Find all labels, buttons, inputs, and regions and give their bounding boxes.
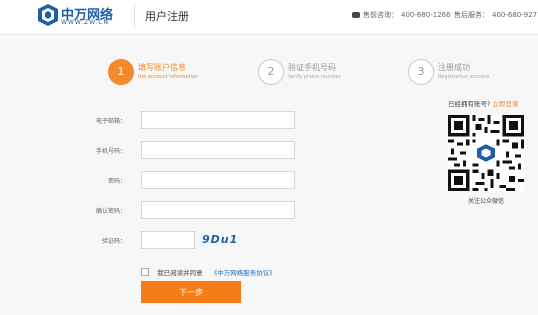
phone-icon (352, 12, 360, 18)
step-1-subtitle: the account information (138, 74, 199, 80)
phone-field[interactable] (141, 141, 295, 159)
page-title: 用户注册 (145, 10, 189, 23)
next-step-button[interactable]: 下一步 (141, 281, 241, 303)
logo-icon (38, 4, 58, 26)
site-header: 中万网络 WWW.ZW.CN 用户注册 售前咨询： 400-680-1266 售后… (0, 0, 538, 35)
step-1-number: 1 (108, 59, 134, 85)
step-3-title: 注册成功 (438, 63, 470, 72)
captcha-image[interactable]: 9Du1 (202, 233, 238, 246)
agree-text: 我已阅读并同意 (157, 268, 203, 277)
presale-phone: 400-680-1266 (401, 11, 451, 19)
password-label: 密码： (107, 178, 126, 185)
site-logo[interactable]: 中万网络 WWW.ZW.CN (38, 3, 130, 29)
password-row: 密码： (0, 171, 320, 191)
email-row: 电子邮箱： (0, 111, 320, 131)
login-link[interactable]: 立即登录 (492, 100, 518, 108)
confirm-password-row: 确认密码： (0, 201, 320, 221)
agreement-link[interactable]: 《中万网络服务协议》 (211, 269, 276, 277)
step-2-number: 2 (258, 59, 284, 85)
aftersale-hotline: 售后服务： 400-680-9277 (454, 10, 538, 20)
phone-label: 手机号码： (95, 148, 126, 155)
step-2-subtitle: Verify phone number (288, 74, 341, 80)
email-field[interactable] (141, 111, 295, 129)
step-1-title: 填写账户信息 (138, 63, 186, 72)
login-prompt: 已经拥有账号? 立即登录 (448, 98, 518, 108)
captcha-field[interactable] (141, 231, 195, 249)
captcha-label: 验证码： (101, 238, 126, 245)
captcha-row: 验证码： 9Du1 (0, 231, 320, 251)
step-3-number: 3 (408, 59, 434, 85)
step-3-subtitle: Registration success (438, 74, 490, 80)
qr-caption: 关注公众微信 (467, 198, 504, 205)
header-divider (134, 5, 135, 27)
aftersale-label: 售后服务： (454, 11, 489, 19)
agreement-row: 我已阅读并同意 《中万网络服务协议》 (141, 261, 276, 277)
registration-panel: 1 填写账户信息 the account information 2 验证手机号… (0, 35, 538, 315)
aftersale-phone: 400-680-9277 (492, 11, 538, 19)
confirm-password-field[interactable] (141, 201, 295, 219)
main-area: 1 填写账户信息 the account information 2 验证手机号… (0, 35, 538, 315)
confirm-password-label: 确认密码： (95, 208, 126, 215)
brand-url: WWW.ZW.CN (61, 19, 109, 26)
phone-row: 手机号码： (0, 141, 320, 161)
presale-label: 售前咨询： (363, 11, 398, 19)
presale-hotline: 售前咨询： 400-680-1266 (352, 10, 451, 20)
wechat-qr-icon (448, 115, 524, 191)
email-label: 电子邮箱： (95, 118, 126, 125)
step-2-title: 验证手机号码 (288, 63, 336, 72)
has-account-text: 已经拥有账号? (448, 100, 491, 108)
password-field[interactable] (141, 171, 295, 189)
agree-checkbox[interactable] (141, 267, 149, 276)
